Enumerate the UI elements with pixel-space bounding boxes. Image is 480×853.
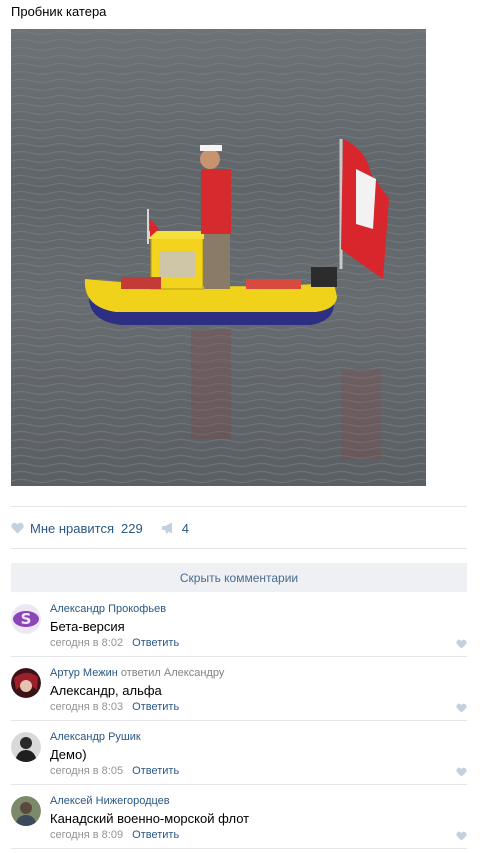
reply-button[interactable]: Ответить [132, 765, 179, 777]
avatar-image [11, 732, 41, 762]
comment-time[interactable]: сегодня в 8:02 [50, 637, 123, 649]
comment-author[interactable]: Артур Межин [50, 667, 118, 679]
comment-time[interactable]: сегодня в 8:05 [50, 765, 123, 777]
comment-header: Александр Рушик [50, 731, 141, 743]
divider [11, 720, 467, 721]
comment-header: Алексей Нижегородцев [50, 795, 170, 807]
heart-icon[interactable] [456, 703, 467, 713]
share-count: 4 [181, 520, 189, 536]
reply-button[interactable]: Ответить [132, 701, 179, 713]
comment-meta: сегодня в 8:09 Ответить [50, 829, 179, 841]
comment-author[interactable]: Александр Рушик [50, 731, 141, 743]
reply-button[interactable]: Ответить [132, 829, 179, 841]
comment-text: Александр, альфа [50, 683, 162, 698]
svg-text:S: S [21, 610, 32, 628]
like-button[interactable]: Мне нравится 229 [11, 521, 143, 536]
comment-item: Алексей Нижегородцев Канадский военно-мо… [11, 793, 467, 853]
divider [11, 506, 467, 507]
comment-header: Александр Прокофьев [50, 603, 166, 615]
megaphone-icon [161, 522, 172, 534]
avatar[interactable]: S [11, 604, 41, 634]
reply-to[interactable]: ответил Александру [121, 667, 224, 679]
comment-header: Артур Межин ответил Александру [50, 667, 224, 679]
avatar-image [11, 796, 41, 826]
avatar-image [11, 668, 41, 698]
avatar[interactable] [11, 796, 41, 826]
reply-button[interactable]: Ответить [132, 637, 179, 649]
comment-author[interactable]: Алексей Нижегородцев [50, 795, 170, 807]
avatar[interactable] [11, 668, 41, 698]
divider [11, 656, 467, 657]
comment-text: Канадский военно-морской флот [50, 811, 250, 826]
comment-meta: сегодня в 8:02 Ответить [50, 637, 179, 649]
heart-icon[interactable] [456, 767, 467, 777]
comment-meta: сегодня в 8:05 Ответить [50, 765, 179, 777]
comment-time[interactable]: сегодня в 8:09 [50, 829, 123, 841]
heart-icon[interactable] [456, 639, 467, 649]
avatar-s-logo-icon: S [11, 604, 41, 634]
divider [11, 548, 467, 549]
like-label: Мне нравится [30, 520, 115, 536]
share-button[interactable]: 4 [161, 521, 189, 536]
comment-text: Демо) [50, 747, 87, 762]
divider [11, 784, 467, 785]
post-actions: Мне нравится 229 4 [11, 518, 189, 538]
comment-author[interactable]: Александр Прокофьев [50, 603, 166, 615]
boat-photo-illustration [11, 29, 426, 486]
like-count: 229 [121, 520, 143, 536]
divider [11, 848, 467, 849]
hide-comments-button[interactable]: Скрыть комментарии [11, 563, 467, 592]
comment-meta: сегодня в 8:03 Ответить [50, 701, 179, 713]
comment-time[interactable]: сегодня в 8:03 [50, 701, 123, 713]
comment-text: Бета-версия [50, 619, 125, 634]
post-title: Пробник катера [11, 4, 107, 19]
post-photo[interactable] [11, 29, 426, 486]
heart-icon [11, 522, 24, 534]
avatar[interactable] [11, 732, 41, 762]
heart-icon[interactable] [456, 831, 467, 841]
